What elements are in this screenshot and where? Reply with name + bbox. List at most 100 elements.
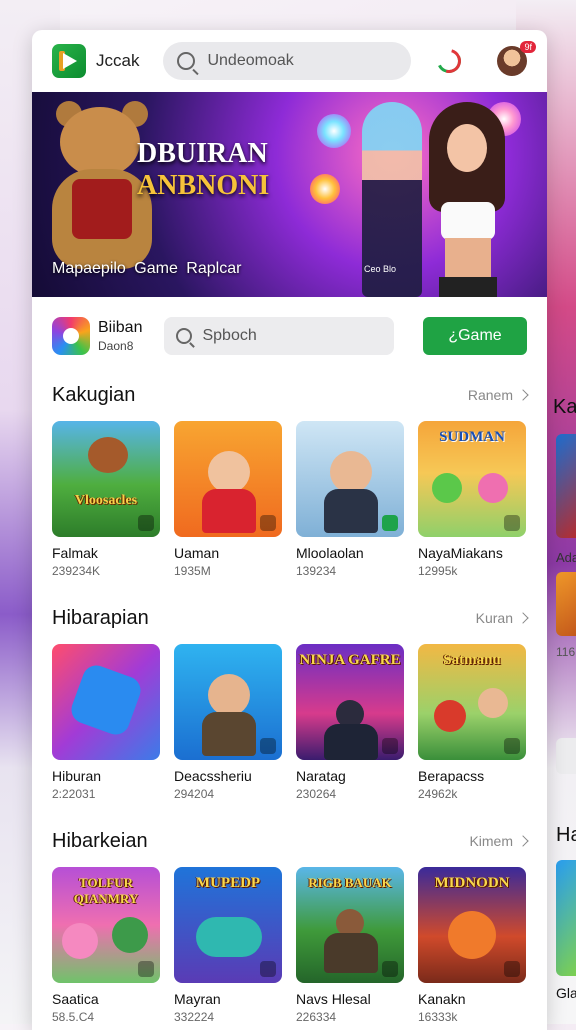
game-thumbnail: MIDNODN — [418, 867, 526, 983]
game-tile[interactable]: MIDNODN Kanakn 16333k — [418, 867, 526, 1024]
download-icon — [382, 738, 398, 754]
peek-count-1: 116 — [556, 645, 576, 659]
peek-title-1: Ka — [553, 396, 576, 418]
game-count: 12995k — [418, 564, 458, 578]
game-tile[interactable]: RIGB BAUAK Navs Hlesal 226334 — [296, 867, 404, 1024]
glow-orb-icon — [317, 114, 351, 148]
hero-banner[interactable]: DBUIRAN ANBNONI Mapaepilo Game Raplcar C… — [32, 92, 547, 297]
game-name: NayaMiakans — [418, 545, 503, 561]
download-icon — [260, 515, 276, 531]
see-more-link[interactable]: Ranem — [467, 387, 529, 403]
hero-title-line2: ANBNONI — [137, 170, 270, 201]
thumbnail-label: Vloosacles — [74, 493, 138, 508]
game-tile[interactable]: NINJA GAFRE Naratag 230264 — [296, 644, 404, 801]
see-more-link[interactable]: Kuran — [475, 610, 529, 626]
peek-thumb-3[interactable] — [556, 860, 576, 976]
game-name: Mloolaolan — [296, 545, 364, 561]
game-tile[interactable]: MUPEDP Mayran 332224 — [174, 867, 282, 1024]
game-count: 226334 — [296, 1010, 337, 1024]
game-button[interactable]: ¿Game — [423, 317, 527, 355]
peek-text-2: Gla — [556, 985, 576, 1001]
notification-badge: 9f — [520, 41, 536, 53]
download-icon — [138, 515, 154, 531]
hero-title-line1: DBUIRAN — [137, 138, 268, 169]
section-1: Kakugian Ranem Vloosacles Falmak 239234K — [32, 375, 547, 578]
peek-title-2: Ha — [556, 824, 576, 846]
brand-subtitle: Daon8 — [98, 339, 134, 353]
next-card-peek: Ka — [553, 396, 576, 419]
game-count: 332224 — [174, 1010, 215, 1024]
see-more-link[interactable]: Kimem — [469, 833, 529, 849]
chevron-right-icon — [517, 612, 529, 624]
thumbnail-label: Satmanu — [443, 652, 501, 668]
avatar[interactable]: 9f — [497, 41, 536, 76]
game-name: Navs Hlesal — [296, 991, 371, 1007]
game-count: 139234 — [296, 564, 337, 578]
section-title: Hibarapian — [52, 606, 149, 629]
game-tile[interactable]: Satmanu Berapacss 24962k — [418, 644, 526, 801]
game-thumbnail: SUDMAN — [418, 421, 526, 537]
game-name: Uaman — [174, 545, 220, 561]
peek-search — [556, 738, 576, 774]
see-more-label: Kuran — [475, 610, 513, 626]
secondary-search-input[interactable]: Spboch — [164, 317, 395, 355]
game-thumbnail — [52, 644, 160, 760]
game-tile[interactable]: TOLFUR QIANMRY Saatica 58.5.C4 — [52, 867, 160, 1024]
game-tile[interactable]: Deacssheriu 294204 — [174, 644, 282, 801]
refresh-icon[interactable] — [433, 44, 466, 78]
game-name: Kanakn — [418, 991, 466, 1007]
thumbnail-label: TOLFUR QIANMRY — [73, 875, 139, 906]
game-tile[interactable]: SUDMAN NayaMiakans 12995k — [418, 421, 526, 578]
brand-logo-icon[interactable] — [52, 317, 90, 355]
search-icon — [177, 52, 196, 70]
download-icon — [382, 961, 398, 977]
see-more-label: Ranem — [467, 387, 513, 403]
top-bar: Jccak Undeomoak 9f — [32, 30, 547, 92]
peek-thumb-2[interactable] — [556, 572, 576, 636]
game-count: 58.5.C4 — [52, 1010, 95, 1024]
game-tile[interactable]: Vloosacles Falmak 239234K — [52, 421, 160, 578]
section-3: Hibarkeian Kimem TOLFUR QIANMRY Saatica … — [32, 821, 547, 1024]
search-placeholder: Undeomoak — [207, 52, 294, 69]
search-icon — [176, 328, 193, 344]
thumbnail-label: MUPEDP — [195, 875, 261, 891]
see-more-label: Kimem — [469, 833, 513, 849]
search-placeholder: Spboch — [202, 327, 257, 344]
game-thumbnail: TOLFUR QIANMRY — [52, 867, 160, 983]
game-count: 239234K — [52, 564, 101, 578]
app-card: Jccak Undeomoak 9f DBUIRAN ANBNONI Mapae… — [32, 30, 547, 1030]
glow-orb-icon — [310, 174, 340, 204]
section-title: Hibarkeian — [52, 829, 148, 852]
hero-title: DBUIRAN ANBNONI — [137, 138, 269, 202]
game-name: Deacssheriu — [174, 768, 252, 784]
badge-icon — [382, 515, 398, 531]
hero-subtitle: Mapaepilo Game Raplcar — [52, 260, 242, 277]
hero-small-text: Ceo Blo — [364, 264, 397, 274]
app-logo-icon[interactable] — [52, 44, 86, 78]
game-count: 16333k — [418, 1010, 458, 1024]
section-2: Hibarapian Kuran Hiburan 2:22031 Deacssh… — [32, 598, 547, 801]
game-count: 2:22031 — [52, 787, 96, 801]
search-input[interactable]: Undeomoak — [163, 42, 412, 80]
game-name: Berapacss — [418, 768, 485, 784]
game-name: Hiburan — [52, 768, 102, 784]
app-name: Jccak — [96, 51, 140, 70]
game-tile[interactable]: Uaman 1935M — [174, 421, 282, 578]
game-name: Falmak — [52, 545, 98, 561]
game-thumbnail: Vloosacles — [52, 421, 160, 537]
download-icon — [504, 961, 520, 977]
game-thumbnail: Satmanu — [418, 644, 526, 760]
peek-thumb-1[interactable] — [556, 434, 576, 538]
chevron-right-icon — [517, 389, 529, 401]
game-count: 1935M — [174, 564, 211, 578]
peek-text-1: Ada — [556, 550, 576, 565]
character-illustration — [417, 102, 517, 297]
game-tile[interactable]: Hiburan 2:22031 — [52, 644, 160, 801]
thumbnail-label: NINJA GAFRE — [299, 652, 401, 668]
game-name: Saatica — [52, 991, 99, 1007]
download-icon — [504, 515, 520, 531]
game-tile[interactable]: Mloolaolan 139234 — [296, 421, 404, 578]
brand-title: Biiban — [98, 319, 143, 336]
game-thumbnail: NINJA GAFRE — [296, 644, 404, 760]
brand-name: Biiban Daon8 — [98, 319, 142, 353]
